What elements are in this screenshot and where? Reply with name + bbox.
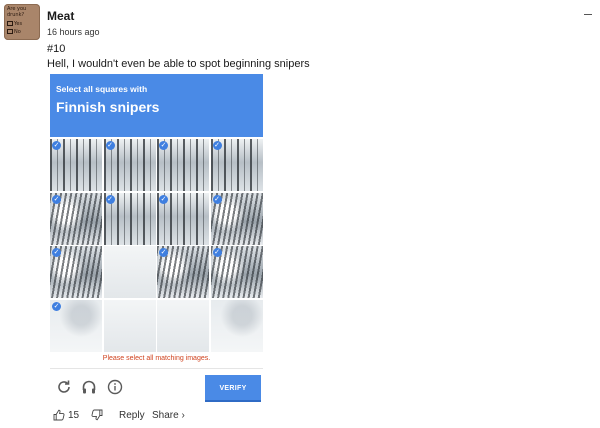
reply-button[interactable]: Reply (119, 410, 145, 421)
captcha-tile: ✓ (157, 246, 209, 298)
avatar-text-line: drunk? (7, 12, 25, 18)
collapse-icon[interactable] (584, 14, 592, 15)
captcha-tile (210, 299, 263, 352)
captcha-tile: ✓ (50, 246, 102, 298)
captcha-tile: ✓ (50, 192, 102, 245)
captcha-tile (157, 299, 209, 352)
checkmark-icon: ✓ (52, 301, 61, 311)
avatar[interactable]: Are you drunk? Yes No (4, 4, 40, 40)
captcha-tile: ✓ (103, 192, 156, 245)
refresh-icon[interactable] (56, 379, 72, 395)
checkmark-icon: ✓ (159, 141, 168, 150)
avatar-option-no: No (7, 29, 21, 35)
captcha-tile: ✓ (210, 139, 263, 191)
thumbs-up-icon[interactable] (53, 409, 65, 421)
checkmark-icon: ✓ (212, 194, 222, 204)
captcha-header: Select all squares with Finnish snipers (50, 74, 263, 137)
captcha-grid: ✓ ✓ ✓ ✓ ✓ ✓ ✓ ✓ ✓ ✓ ✓ ✓ (50, 139, 263, 352)
verify-button[interactable]: VERIFY (205, 375, 261, 402)
captcha-tile: ✓ (50, 139, 102, 191)
captcha-tile: ✓ (157, 192, 209, 245)
post-number: #10 (47, 43, 66, 55)
captcha-warning: Please select all matching images. (102, 355, 211, 362)
info-icon[interactable] (107, 379, 123, 395)
comment-text: Hell, I wouldn't even be able to spot be… (47, 58, 310, 70)
captcha-tile: ✓ (210, 192, 263, 245)
captcha-tile (103, 299, 156, 352)
like-count: 15 (68, 410, 80, 421)
username[interactable]: Meat (47, 9, 74, 23)
captcha-instruction: Select all squares with (56, 84, 148, 94)
checkmark-icon: ✓ (212, 141, 222, 150)
timestamp[interactable]: 16 hours ago (47, 27, 100, 37)
checkmark-icon: ✓ (52, 141, 61, 150)
checkmark-icon: ✓ (105, 141, 115, 150)
captcha-tile: ✓ (103, 139, 156, 191)
checkmark-icon: ✓ (159, 194, 168, 204)
thumbs-down-icon[interactable] (91, 409, 103, 421)
checkmark-icon: ✓ (52, 194, 61, 204)
captcha-tile: ✓ (210, 246, 263, 298)
avatar-option-yes: Yes (7, 21, 22, 27)
checkmark-icon: ✓ (159, 248, 168, 257)
captcha-tile (103, 246, 156, 298)
share-button[interactable]: Share › (152, 410, 185, 421)
headphones-icon[interactable] (81, 379, 97, 395)
checkmark-icon: ✓ (52, 248, 61, 257)
checkmark-icon: ✓ (105, 194, 115, 204)
divider (50, 368, 263, 369)
captcha-image: Select all squares with Finnish snipers … (47, 72, 266, 406)
captcha-tile: ✓ (50, 299, 102, 352)
checkmark-icon: ✓ (212, 248, 222, 257)
captcha-tile: ✓ (157, 139, 209, 191)
captcha-target: Finnish snipers (56, 99, 160, 115)
